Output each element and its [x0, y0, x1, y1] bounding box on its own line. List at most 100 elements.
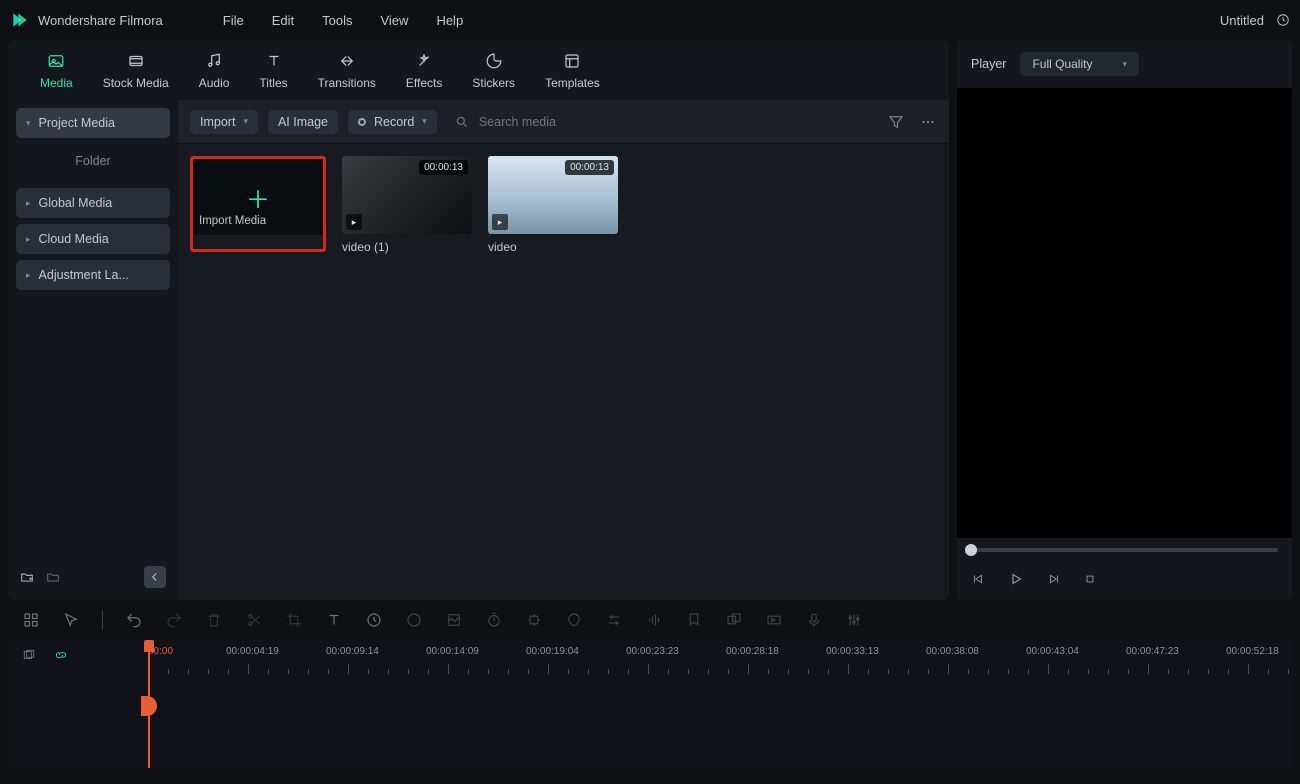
timer-icon[interactable] — [485, 611, 503, 629]
green-screen-icon[interactable] — [445, 611, 463, 629]
timeline-link-icon[interactable] — [54, 648, 68, 662]
tab-label: Effects — [406, 76, 442, 90]
chevron-down-icon: ▾ — [243, 116, 248, 127]
prev-frame-button[interactable] — [971, 572, 985, 586]
delete-icon[interactable] — [205, 611, 223, 629]
player-title: Player — [971, 57, 1006, 71]
render-icon[interactable] — [765, 611, 783, 629]
tab-stickers[interactable]: Stickers — [472, 50, 515, 90]
folder-icon[interactable] — [46, 570, 60, 584]
next-frame-button[interactable] — [1047, 572, 1061, 586]
document-title: Untitled — [1220, 13, 1264, 28]
menu-tools[interactable]: Tools — [322, 13, 352, 28]
tab-media[interactable]: Media — [40, 50, 73, 90]
search-media[interactable] — [447, 114, 877, 130]
voiceover-icon[interactable] — [805, 611, 823, 629]
timecode: 00:00:23:23 — [626, 646, 679, 657]
import-button[interactable]: Import ▾ — [190, 110, 258, 134]
sidebar-item-cloud-media[interactable]: ▸ Cloud Media — [16, 224, 170, 254]
timeline-playhead[interactable] — [148, 640, 150, 768]
mask-icon[interactable] — [565, 611, 583, 629]
timeline-toolbar — [8, 600, 1292, 640]
tab-transitions[interactable]: Transitions — [318, 50, 376, 90]
menu-help[interactable]: Help — [436, 13, 463, 28]
ai-image-button[interactable]: AI Image — [268, 110, 338, 134]
undo-icon[interactable] — [125, 611, 143, 629]
plus-icon: ＋ — [246, 180, 270, 215]
sidebar-item-global-media[interactable]: ▸ Global Media — [16, 188, 170, 218]
split-icon[interactable] — [245, 611, 263, 629]
timeline-ruler[interactable]: 00:00 00:00:04:19 00:00:09:14 00:00:14:0… — [148, 646, 1292, 674]
chevron-down-icon: ▾ — [422, 116, 427, 127]
crop-icon[interactable] — [285, 611, 303, 629]
tab-titles[interactable]: Titles — [259, 50, 287, 90]
timecode: 00:00:47:23 — [1126, 646, 1179, 657]
sidebar-item-label: Cloud Media — [39, 232, 109, 246]
collapse-sidebar-button[interactable] — [144, 566, 166, 588]
player-scrubber[interactable] — [971, 548, 1278, 552]
ai-image-label: AI Image — [278, 115, 328, 129]
record-label: Record — [374, 115, 414, 129]
media-clip[interactable]: 00:00:13 ▸ video — [488, 156, 618, 254]
speed-icon[interactable] — [365, 611, 383, 629]
timecode: 00:00:09:14 — [326, 646, 379, 657]
sidebar-project-media[interactable]: ▾ Project Media — [16, 108, 170, 138]
cursor-tool-icon[interactable] — [62, 611, 80, 629]
workspace-tabs: Media Stock Media Audio Titles Transitio… — [8, 40, 949, 100]
tab-templates[interactable]: Templates — [545, 50, 600, 90]
sidebar-item-adjustment-layer[interactable]: ▸ Adjustment La... — [16, 260, 170, 290]
text-icon[interactable] — [325, 611, 343, 629]
adjust-icon[interactable] — [605, 611, 623, 629]
keyframe-icon[interactable] — [525, 611, 543, 629]
menu-file[interactable]: File — [223, 13, 244, 28]
menu-edit[interactable]: Edit — [272, 13, 294, 28]
stop-button[interactable] — [1083, 572, 1097, 586]
player-viewport[interactable] — [957, 88, 1292, 538]
audio-mixer-icon[interactable] — [845, 611, 863, 629]
record-icon — [358, 118, 366, 126]
timecode: 00:00:28:18 — [726, 646, 779, 657]
player-quality-dropdown[interactable]: Full Quality ▾ — [1020, 52, 1139, 76]
color-icon[interactable] — [405, 611, 423, 629]
new-folder-icon[interactable] — [20, 570, 34, 584]
import-media-tile[interactable]: ＋ Import Media — [190, 156, 326, 252]
timeline-layout-icon[interactable] — [22, 611, 40, 629]
import-label: Import — [200, 115, 235, 129]
timeline-track-icon[interactable] — [22, 648, 36, 662]
play-button[interactable] — [1007, 570, 1025, 588]
titles-icon — [263, 50, 285, 72]
sidebar-label: Project Media — [39, 116, 115, 130]
marker-icon[interactable] — [685, 611, 703, 629]
scrubber-head[interactable] — [965, 544, 977, 556]
chevron-right-icon: ▸ — [26, 270, 31, 281]
tab-audio[interactable]: Audio — [199, 50, 230, 90]
media-clip[interactable]: 00:00:13 ▸ video (1) — [342, 156, 472, 254]
tab-effects[interactable]: Effects — [406, 50, 442, 90]
record-button[interactable]: Record ▾ — [348, 110, 437, 134]
stickers-icon — [483, 50, 505, 72]
menu-items: File Edit Tools View Help — [223, 13, 463, 28]
app-name: Wondershare Filmora — [38, 13, 163, 28]
media-sidebar: ▾ Project Media Folder ▸ Global Media ▸ … — [8, 100, 178, 600]
add-to-timeline-icon[interactable]: ▸ — [346, 214, 362, 230]
clip-duration: 00:00:13 — [565, 160, 614, 175]
audio-sync-icon[interactable] — [645, 611, 663, 629]
group-icon[interactable] — [725, 611, 743, 629]
cloud-sync-icon[interactable] — [1276, 13, 1290, 27]
transitions-icon — [336, 50, 358, 72]
filter-icon[interactable] — [887, 113, 905, 131]
sidebar-folder[interactable]: Folder — [16, 148, 170, 174]
timecode: 00:00:19:04 — [526, 646, 579, 657]
menu-view[interactable]: View — [380, 13, 408, 28]
clip-duration: 00:00:13 — [419, 160, 468, 175]
tab-label: Templates — [545, 76, 600, 90]
search-input[interactable] — [477, 114, 677, 130]
clip-name: video (1) — [342, 240, 472, 254]
tab-stock-media[interactable]: Stock Media — [103, 50, 169, 90]
timeline[interactable]: 00:00 00:00:04:19 00:00:09:14 00:00:14:0… — [8, 640, 1292, 768]
templates-icon — [561, 50, 583, 72]
redo-icon[interactable] — [165, 611, 183, 629]
timecode: 00:00:52:18 — [1226, 646, 1279, 657]
more-icon[interactable] — [919, 113, 937, 131]
add-to-timeline-icon[interactable]: ▸ — [492, 214, 508, 230]
